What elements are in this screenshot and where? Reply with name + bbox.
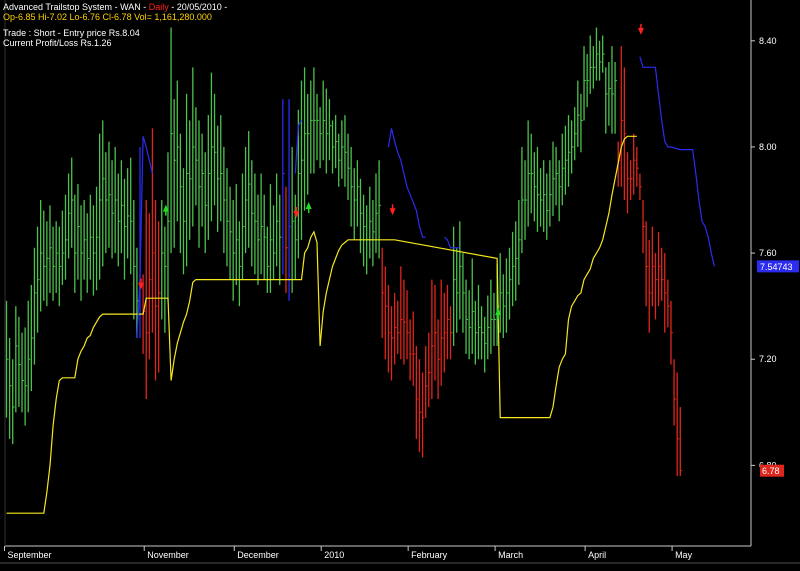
trade-status: Trade : Short - Entry price Rs.8.04 [3,28,140,38]
x-tick-label: April [588,550,606,560]
ohlc-readout: Op-6.85 Hi-7.02 Lo-6.76 Cl-6.78 Vol= 1,1… [3,12,212,22]
chart-background [0,0,800,571]
title-separator: - [112,2,121,12]
close-value-label: 6.78 [762,466,780,476]
trailstop-chart: 6.807.207.608.008.40SeptemberNovemberDec… [0,0,800,571]
profit-loss: Current Profit/Loss Rs.1.26 [3,38,112,48]
x-tick-label: March [498,550,523,560]
x-tick-label: May [675,550,693,560]
x-tick-label: 2010 [324,550,344,560]
system-name: Advanced Trailstop System [3,2,113,12]
x-tick-label: February [411,550,448,560]
ticker-symbol: WAN [120,2,141,12]
y-tick-label: 7.60 [759,248,777,258]
date-label: - 20/05/2010 - [168,2,228,12]
y-tick-label: 8.00 [759,142,777,152]
title-dash: - [140,2,149,12]
x-tick-label: September [8,550,52,560]
x-tick-label: November [147,550,189,560]
y-tick-label: 8.40 [759,36,777,46]
x-tick-label: December [237,550,279,560]
chart-title: Advanced Trailstop System - WAN - Daily … [3,2,227,12]
y-tick-label: 7.20 [759,354,777,364]
period-label: Daily [148,2,169,12]
stop-value-label: 7.54743 [760,262,793,272]
